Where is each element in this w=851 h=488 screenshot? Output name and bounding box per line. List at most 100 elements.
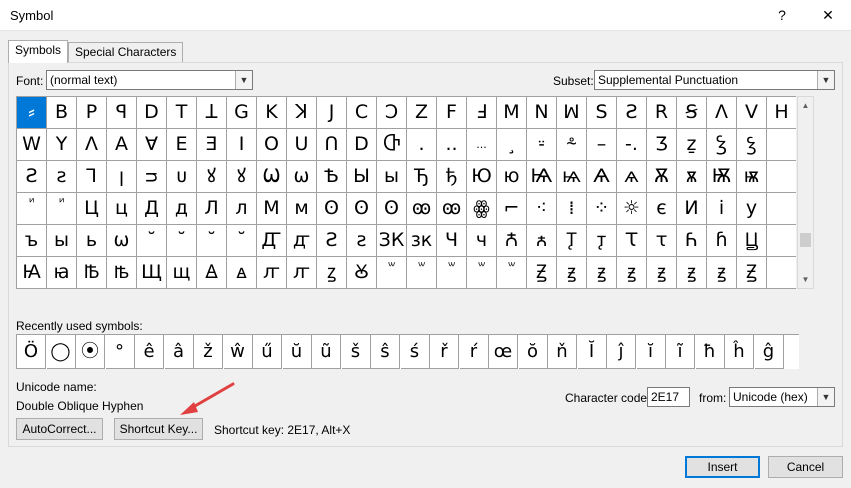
symbol-cell[interactable]: Ɐ [137,129,167,161]
recent-symbol-cell[interactable]: ŕ [459,335,489,369]
symbol-cell[interactable]: P [77,97,107,129]
symbol-cell[interactable]: D [347,129,377,161]
symbol-cell[interactable]: д [167,193,197,225]
recent-symbol-cell[interactable]: ĭ [636,335,666,369]
symbol-cell[interactable]: Ꚍ [617,225,647,257]
recent-symbol-cell[interactable]: œ [489,335,518,369]
symbol-cell[interactable]: ꙃ [677,257,707,289]
symbol-cell[interactable]: ꙥ [257,257,287,289]
recent-symbol-cell[interactable]: ° [105,335,135,369]
character-code-input[interactable]: 2E17 [647,387,690,407]
symbol-cell[interactable]: ь [77,225,107,257]
symbol-cell[interactable]: ꙻ [377,257,407,289]
symbol-cell[interactable]: Ƨ [17,161,47,193]
symbol-cell[interactable]: ꓕ [197,97,227,129]
symbol-cell[interactable]: Ѫ [647,161,677,193]
symbol-cell[interactable]: Ю [467,161,497,193]
symbol-cell[interactable]: ꙥ [287,257,317,289]
recent-symbol-cell[interactable]: ê [135,335,164,369]
help-button[interactable]: ? [759,0,805,31]
symbol-cell[interactable]: ꟽ [557,97,587,129]
symbol-cell[interactable]: ꙃ [647,257,677,289]
symbol-cell[interactable]: ⸚ [527,129,557,161]
symbol-cell[interactable]: I [227,129,257,161]
symbol-cell[interactable]: ъ [17,225,47,257]
symbol-cell[interactable]: ѧ [617,161,647,193]
symbol-cell[interactable] [767,193,796,225]
recent-symbol-cell[interactable]: Ö [17,335,46,369]
symbol-cell[interactable]: G [227,97,257,129]
symbol-cell[interactable]: .. [437,129,467,161]
symbol-cell[interactable]: Ꙣ [257,225,287,257]
symbol-cell[interactable]: Ꙙ [197,257,227,289]
symbol-cell[interactable]: л [227,193,257,225]
symbol-cell[interactable] [767,225,796,257]
symbol-cell[interactable]: щ [167,257,197,289]
recent-symbol-cell[interactable]: ň [548,335,577,369]
symbol-cell[interactable]: ⁖ [527,193,557,225]
symbol-cell[interactable]: ѩ [557,161,587,193]
symbol-cell[interactable]: Ꙗ [17,257,47,289]
symbol-cell[interactable]: ʘ [317,193,347,225]
recent-symbol-cell[interactable]: ĵ [607,335,636,369]
symbol-cell[interactable]: Ѭ [707,161,737,193]
symbol-cell[interactable]: O [257,129,287,161]
symbol-cell[interactable]: ꚕ [707,225,737,257]
symbol-cell[interactable]: ꙅ [347,225,377,257]
symbol-cell[interactable]: ѫ [677,161,707,193]
symbol-cell[interactable]: ꙻ [497,257,527,289]
symbol-cell[interactable]: ꙋ [227,161,257,193]
scroll-down-icon[interactable]: ▼ [798,271,813,288]
recent-symbol-cell[interactable]: ś [400,335,430,369]
symbol-cell[interactable]: ꙃ [707,257,737,289]
symbol-cell[interactable]: Ꝣ [707,129,737,161]
symbol-cell[interactable]: ꙭ [437,193,467,225]
symbol-cell[interactable]: ꟼ [107,97,137,129]
recent-symbol-cell[interactable]: ⦿ [76,335,105,369]
recent-symbol-cell[interactable]: ŵ [223,335,253,369]
symbol-cell[interactable]: Л [197,193,227,225]
symbol-cell[interactable]: ѡ [107,225,137,257]
symbol-cell[interactable]: Ꙅ [317,225,347,257]
symbol-cell[interactable]: Ↄ [377,97,407,129]
symbol-cell[interactable]: Ǝ [197,129,227,161]
symbol-cell[interactable]: ꙻ [407,257,437,289]
symbol-cell[interactable]: ꙙ [227,257,257,289]
subset-select[interactable]: Supplemental Punctuation ▼ [594,70,835,90]
symbol-cell[interactable]: Ы [347,161,377,193]
symbol-cell[interactable]: ˘ [137,225,167,257]
symbol-cell[interactable]: Ꙃ [737,257,767,289]
symbol-cell[interactable] [767,257,796,289]
symbol-cell[interactable]: E [167,129,197,161]
symbol-cell[interactable]: Ʌ [707,97,737,129]
symbol-cell[interactable]: Д [137,193,167,225]
symbol-cell[interactable]: ⸛ [557,129,587,161]
chevron-down-icon[interactable]: ▼ [817,388,834,406]
recent-symbol-cell[interactable]: ž [194,335,223,369]
symbol-cell[interactable]: ˘ [167,225,197,257]
scroll-up-icon[interactable]: ▲ [798,97,813,114]
symbol-cell[interactable]: T [167,97,197,129]
recent-symbol-cell[interactable]: ũ [312,335,341,369]
symbol-cell[interactable]: ꚑ [587,225,617,257]
symbol-cell[interactable]: ƨ [47,161,77,193]
symbol-cell[interactable]: ꙭ [407,193,437,225]
symbol-cell[interactable]: J [317,97,347,129]
symbol-cell[interactable]: зк [407,225,437,257]
symbol-cell[interactable] [767,161,796,193]
recent-symbol-cell[interactable]: â [164,335,194,369]
symbol-cell[interactable]: ☼ [617,193,647,225]
symbol-cell[interactable]: ꙃ [587,257,617,289]
symbol-cell[interactable]: W [17,129,47,161]
recent-symbol-cell[interactable]: ĝ [754,335,784,369]
symbol-cell[interactable]: U [287,129,317,161]
symbol-cell[interactable]: ꙵ [47,193,77,225]
symbol-cell[interactable]: ⌐ [497,193,527,225]
recent-symbol-cell[interactable]: ħ [695,335,725,369]
symbol-cell[interactable]: Ʌ [77,129,107,161]
symbol-cell[interactable]: ц [107,193,137,225]
chevron-down-icon[interactable]: ▼ [235,71,252,89]
symbol-cell[interactable]: у [737,193,767,225]
symbol-cell[interactable]: Ո [317,129,347,161]
symbol-cell[interactable]: є [647,193,677,225]
